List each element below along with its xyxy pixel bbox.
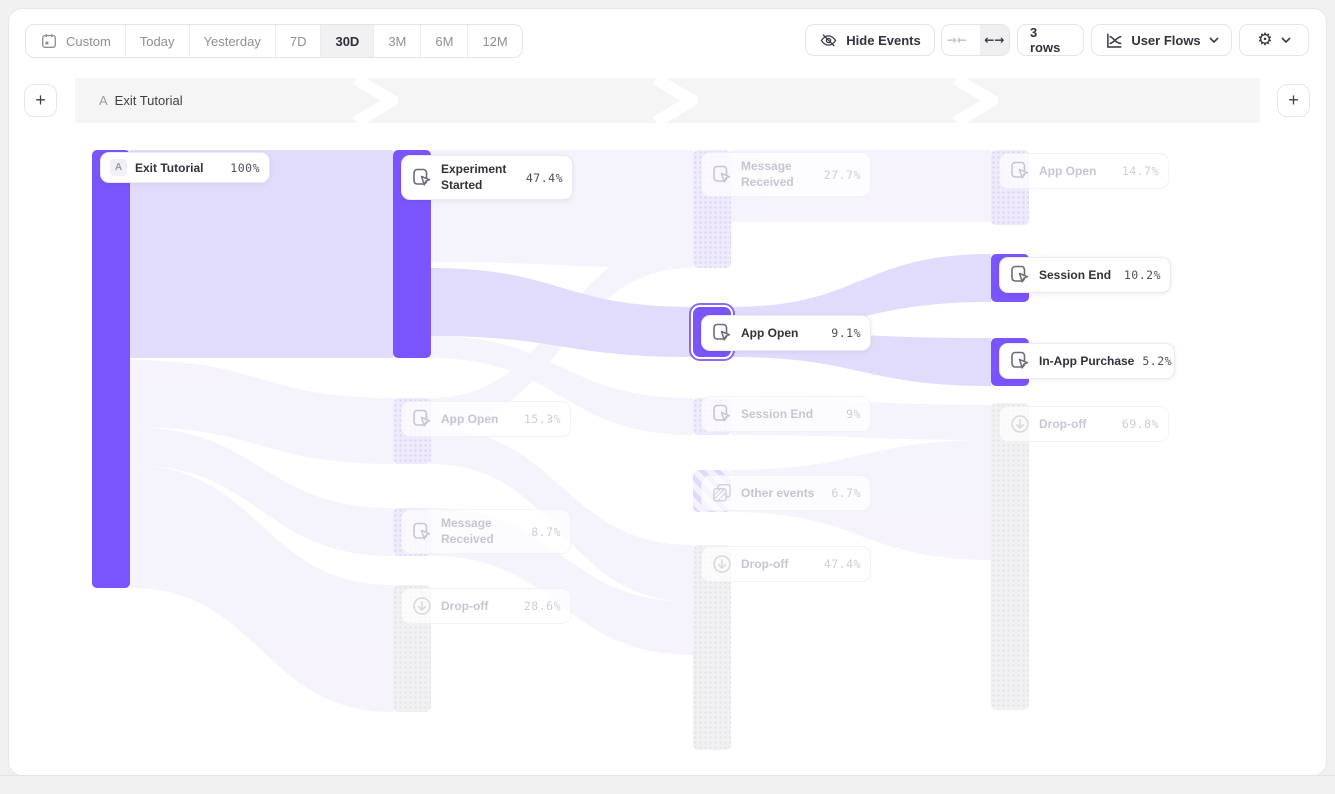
- calendar-icon: [40, 32, 58, 50]
- settings-button[interactable]: ⚙: [1239, 24, 1309, 56]
- rows-button[interactable]: 3 rows: [1017, 24, 1084, 56]
- date-range-yesterday[interactable]: Yesterday: [190, 25, 276, 57]
- node-card-app-open[interactable]: App Open 14.7%: [999, 153, 1169, 189]
- event-icon: [711, 164, 733, 186]
- user-flows-icon: [1104, 31, 1123, 50]
- node-card-dropoff[interactable]: Drop-off 69.8%: [999, 406, 1169, 442]
- view-selector-button[interactable]: User Flows: [1091, 24, 1232, 56]
- date-range-picker: Custom Today Yesterday 7D 30D 3M 6M 12M: [25, 24, 523, 58]
- dropoff-icon: [1009, 413, 1031, 435]
- chevron-down-icon: [1281, 37, 1291, 43]
- dropoff-icon: [411, 595, 433, 617]
- date-range-3m[interactable]: 3M: [374, 25, 421, 57]
- event-icon: [1009, 350, 1031, 372]
- event-icon: [1009, 264, 1031, 286]
- step-chevron-icon: [952, 78, 998, 123]
- step-chevron-icon: [352, 78, 398, 123]
- hide-events-button[interactable]: Hide Events: [805, 24, 935, 56]
- event-icon: [411, 408, 433, 430]
- step-chevron-icon: [652, 78, 698, 123]
- expand-columns-button[interactable]: ←→: [980, 25, 1010, 55]
- date-range-7d[interactable]: 7D: [276, 25, 322, 57]
- collapse-expand-toggle: →← ←→: [941, 24, 1010, 56]
- node-card-app-open[interactable]: App Open 15.3%: [401, 401, 571, 437]
- node-card-experiment-started[interactable]: Experiment Started 47.4%: [401, 155, 573, 200]
- add-step-left-button[interactable]: +: [24, 84, 57, 117]
- event-icon: [711, 403, 733, 425]
- eye-off-icon: [819, 31, 838, 50]
- node-bar-exit-tutorial[interactable]: [92, 150, 130, 588]
- collapse-columns-button[interactable]: →←: [942, 25, 972, 55]
- gear-icon: ⚙: [1257, 32, 1272, 49]
- date-range-6m[interactable]: 6M: [421, 25, 468, 57]
- node-card-app-open-selected[interactable]: App Open 9.1%: [701, 315, 871, 351]
- node-card-in-app-purchase[interactable]: In-App Purchase 5.2%: [999, 343, 1175, 379]
- date-range-today[interactable]: Today: [126, 25, 190, 57]
- node-card-message-received[interactable]: Message Received 8.7%: [401, 509, 571, 554]
- step-banner: A Exit Tutorial: [75, 78, 1260, 123]
- node-card-exit-tutorial[interactable]: A Exit Tutorial 100%: [100, 152, 270, 183]
- plus-icon: +: [1288, 90, 1299, 111]
- node-card-dropoff[interactable]: Drop-off 47.4%: [701, 546, 871, 582]
- date-range-label: Custom: [66, 34, 111, 49]
- step-badge: A: [99, 93, 108, 108]
- step-a-label[interactable]: A Exit Tutorial: [99, 78, 183, 123]
- event-a-badge: A: [110, 159, 127, 176]
- event-icon: [411, 167, 433, 189]
- step-title: Exit Tutorial: [115, 93, 183, 108]
- node-card-dropoff[interactable]: Drop-off 28.6%: [401, 588, 571, 624]
- node-bar-dropoff[interactable]: [991, 403, 1029, 710]
- date-range-12m[interactable]: 12M: [468, 25, 521, 57]
- add-step-right-button[interactable]: +: [1277, 84, 1310, 117]
- other-events-icon: [711, 482, 733, 504]
- plus-icon: +: [35, 90, 46, 111]
- node-card-session-end[interactable]: Session End 10.2%: [999, 257, 1171, 293]
- node-card-message-received[interactable]: Message Received 27.7%: [701, 152, 871, 197]
- date-range-custom[interactable]: Custom: [26, 25, 126, 57]
- user-flows-app: Custom Today Yesterday 7D 30D 3M 6M 12M …: [0, 0, 1335, 793]
- event-icon: [411, 521, 433, 543]
- node-card-other-events[interactable]: Other events 6.7%: [701, 475, 871, 511]
- date-range-30d[interactable]: 30D: [321, 25, 374, 57]
- event-icon: [711, 322, 733, 344]
- event-icon: [1009, 160, 1031, 182]
- chevron-down-icon: [1209, 37, 1219, 43]
- node-card-session-end[interactable]: Session End 9%: [701, 396, 871, 432]
- dropoff-icon: [711, 553, 733, 575]
